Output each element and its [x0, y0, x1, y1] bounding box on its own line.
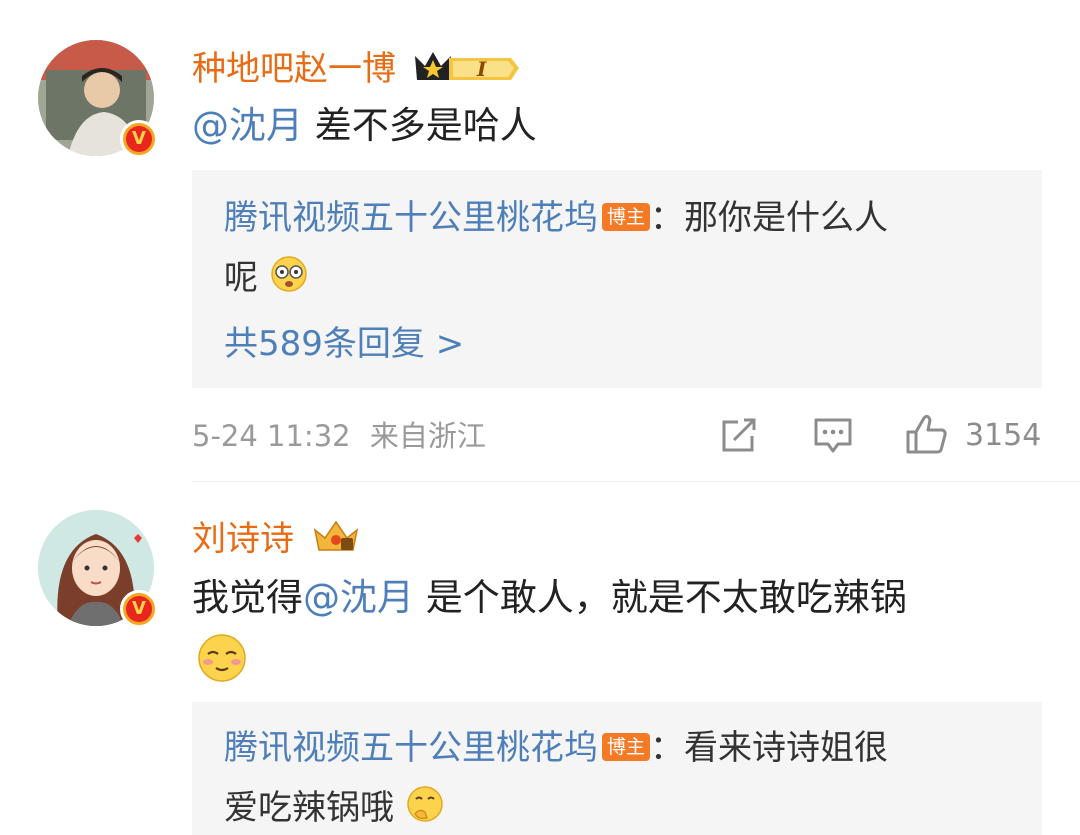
reply-line-1: 腾讯视频五十公里桃花坞 博主 ：看来诗诗姐很 — [224, 728, 889, 768]
reply-line-2: 呢 — [224, 254, 309, 305]
svg-text:I: I — [476, 57, 487, 81]
like-thumb-icon[interactable] — [904, 412, 948, 460]
comment-icon[interactable] — [812, 416, 854, 460]
crown-level-badge-icon: I — [411, 46, 521, 95]
comment-text: @沈月 差不多是哈人 — [192, 104, 537, 147]
verified-badge-icon: V — [120, 590, 158, 628]
comment-item: V 刘诗诗 我觉得@沈月 是个敢人，就是不太敢吃辣锅 腾讯视频五十公里桃花坞 博主… — [0, 482, 1080, 835]
reply-line-2: 爱吃辣锅哦 — [224, 784, 445, 835]
reply-author[interactable]: 腾讯视频五十公里桃花坞 — [224, 198, 598, 238]
shocked-emoji-icon — [269, 254, 309, 305]
reply-line-1: 腾讯视频五十公里桃花坞 博主 ：那你是什么人 — [224, 198, 889, 238]
share-icon[interactable] — [718, 416, 760, 460]
reply-preview[interactable]: 腾讯视频五十公里桃花坞 博主 ：那你是什么人 呢 共589条回复 > — [192, 170, 1042, 388]
verified-badge-icon: V — [120, 120, 158, 158]
location: 来自浙江 — [369, 419, 486, 453]
mention-link[interactable]: @沈月 — [303, 576, 414, 619]
shy-smile-emoji-icon — [196, 632, 248, 688]
reply-author[interactable]: 腾讯视频五十公里桃花坞 — [224, 728, 598, 768]
thinking-emoji-icon — [405, 784, 445, 835]
comment-meta: 5-24 11:32 来自浙江 — [192, 418, 486, 454]
comment-item: V 种地吧赵一博 I @沈月 差不多是哈人 腾讯视频五十公里桃花坞 博主 ：那你是什… — [0, 0, 1080, 480]
host-badge: 博主 — [602, 203, 651, 231]
username[interactable]: 刘诗诗 — [192, 516, 361, 565]
timestamp: 5-24 11:32 — [192, 419, 351, 453]
reply-preview[interactable]: 腾讯视频五十公里桃花坞 博主 ：看来诗诗姐很 爱吃辣锅哦 — [192, 702, 1042, 835]
more-replies-link[interactable]: 共589条回复 > — [224, 322, 464, 366]
comment-text: 我觉得@沈月 是个敢人，就是不太敢吃辣锅 — [192, 576, 907, 619]
like-count: 3154 — [965, 418, 1042, 453]
username[interactable]: 种地吧赵一博 I — [192, 46, 521, 95]
crown-icon — [311, 516, 361, 565]
host-badge: 博主 — [602, 733, 651, 761]
mention-link[interactable]: @沈月 — [192, 104, 303, 147]
